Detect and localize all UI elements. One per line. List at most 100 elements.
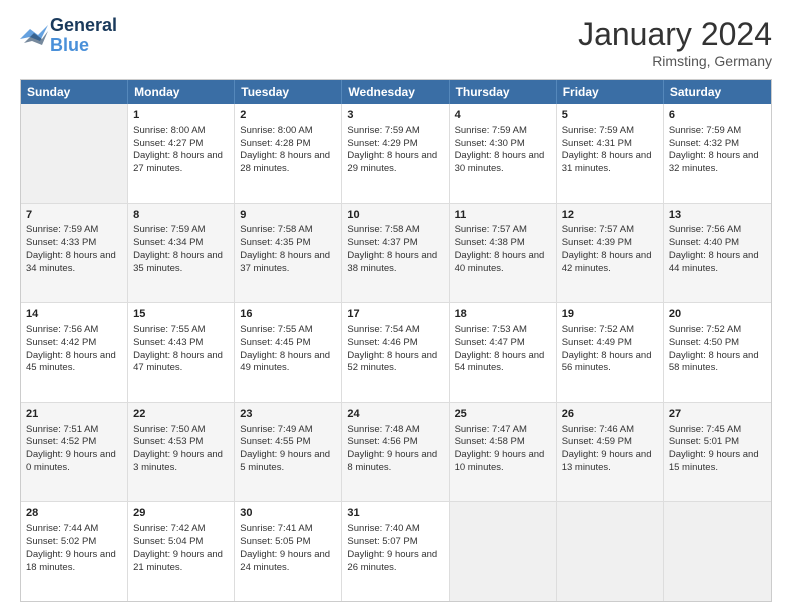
day-number: 31 [347, 506, 443, 521]
sunset-time: Sunset: 4:43 PM [133, 337, 229, 350]
sunrise-time: Sunrise: 7:54 AM [347, 324, 443, 337]
header: General Blue January 2024 Rimsting, Germ… [20, 16, 772, 69]
sunrise-time: Sunrise: 7:42 AM [133, 523, 229, 536]
daylight-hours: Daylight: 8 hours and 32 minutes. [669, 150, 766, 176]
sunset-time: Sunset: 4:53 PM [133, 436, 229, 449]
calendar-cell: 14Sunrise: 7:56 AMSunset: 4:42 PMDayligh… [21, 303, 128, 402]
daylight-hours: Daylight: 8 hours and 27 minutes. [133, 150, 229, 176]
calendar-cell-empty [450, 502, 557, 601]
sunset-time: Sunset: 4:38 PM [455, 237, 551, 250]
calendar-row: 1Sunrise: 8:00 AMSunset: 4:27 PMDaylight… [21, 104, 771, 204]
daylight-hours: Daylight: 8 hours and 45 minutes. [26, 350, 122, 376]
sunset-time: Sunset: 4:29 PM [347, 138, 443, 151]
sunset-time: Sunset: 4:42 PM [26, 337, 122, 350]
sunrise-time: Sunrise: 8:00 AM [240, 125, 336, 138]
day-number: 26 [562, 407, 658, 422]
sunset-time: Sunset: 4:28 PM [240, 138, 336, 151]
calendar-cell: 4Sunrise: 7:59 AMSunset: 4:30 PMDaylight… [450, 104, 557, 203]
day-number: 23 [240, 407, 336, 422]
calendar-cell: 1Sunrise: 8:00 AMSunset: 4:27 PMDaylight… [128, 104, 235, 203]
day-number: 21 [26, 407, 122, 422]
sunrise-time: Sunrise: 7:52 AM [562, 324, 658, 337]
day-number: 30 [240, 506, 336, 521]
sunset-time: Sunset: 4:39 PM [562, 237, 658, 250]
day-number: 14 [26, 307, 122, 322]
sunset-time: Sunset: 4:31 PM [562, 138, 658, 151]
daylight-hours: Daylight: 8 hours and 52 minutes. [347, 350, 443, 376]
sunset-time: Sunset: 5:05 PM [240, 536, 336, 549]
calendar-cell: 28Sunrise: 7:44 AMSunset: 5:02 PMDayligh… [21, 502, 128, 601]
calendar-cell: 8Sunrise: 7:59 AMSunset: 4:34 PMDaylight… [128, 204, 235, 303]
sunset-time: Sunset: 4:47 PM [455, 337, 551, 350]
calendar-cell: 7Sunrise: 7:59 AMSunset: 4:33 PMDaylight… [21, 204, 128, 303]
calendar-cell: 27Sunrise: 7:45 AMSunset: 5:01 PMDayligh… [664, 403, 771, 502]
logo-bird-icon [20, 25, 48, 47]
sunrise-time: Sunrise: 7:50 AM [133, 424, 229, 437]
sunset-time: Sunset: 4:49 PM [562, 337, 658, 350]
day-number: 28 [26, 506, 122, 521]
daylight-hours: Daylight: 8 hours and 42 minutes. [562, 250, 658, 276]
sunset-time: Sunset: 4:59 PM [562, 436, 658, 449]
title-block: January 2024 Rimsting, Germany [578, 16, 772, 69]
daylight-hours: Daylight: 8 hours and 44 minutes. [669, 250, 766, 276]
logo-general: General [50, 16, 117, 36]
day-number: 7 [26, 208, 122, 223]
daylight-hours: Daylight: 8 hours and 34 minutes. [26, 250, 122, 276]
sunset-time: Sunset: 4:33 PM [26, 237, 122, 250]
day-number: 2 [240, 108, 336, 123]
sunset-time: Sunset: 4:45 PM [240, 337, 336, 350]
calendar-cell: 10Sunrise: 7:58 AMSunset: 4:37 PMDayligh… [342, 204, 449, 303]
day-number: 15 [133, 307, 229, 322]
daylight-hours: Daylight: 9 hours and 0 minutes. [26, 449, 122, 475]
sunrise-time: Sunrise: 7:41 AM [240, 523, 336, 536]
daylight-hours: Daylight: 8 hours and 31 minutes. [562, 150, 658, 176]
day-number: 29 [133, 506, 229, 521]
weekday-header-sunday: Sunday [21, 80, 128, 104]
day-number: 27 [669, 407, 766, 422]
day-number: 24 [347, 407, 443, 422]
sunset-time: Sunset: 4:34 PM [133, 237, 229, 250]
sunset-time: Sunset: 4:37 PM [347, 237, 443, 250]
sunset-time: Sunset: 4:55 PM [240, 436, 336, 449]
sunrise-time: Sunrise: 7:48 AM [347, 424, 443, 437]
calendar-cell: 2Sunrise: 8:00 AMSunset: 4:28 PMDaylight… [235, 104, 342, 203]
sunrise-time: Sunrise: 7:55 AM [133, 324, 229, 337]
sunrise-time: Sunrise: 7:44 AM [26, 523, 122, 536]
calendar-cell: 24 Sunrise: 7:48 AMSunset: 4:56 PMDayligh… [342, 403, 449, 502]
daylight-hours: Daylight: 9 hours and 13 minutes. [562, 449, 658, 475]
day-number: 20 [669, 307, 766, 322]
day-number: 4 [455, 108, 551, 123]
daylight-hours: Daylight: 9 hours and 15 minutes. [669, 449, 766, 475]
sunrise-time: Sunrise: 7:46 AM [562, 424, 658, 437]
daylight-hours: Daylight: 8 hours and 35 minutes. [133, 250, 229, 276]
day-number: 11 [455, 208, 551, 223]
day-number: 25 [455, 407, 551, 422]
daylight-hours: Daylight: 8 hours and 58 minutes. [669, 350, 766, 376]
sunset-time: Sunset: 4:56 PM [347, 436, 443, 449]
sunrise-time: Sunrise: 7:52 AM [669, 324, 766, 337]
calendar-cell: 9Sunrise: 7:58 AMSunset: 4:35 PMDaylight… [235, 204, 342, 303]
location: Rimsting, Germany [578, 53, 772, 69]
calendar-cell: 11Sunrise: 7:57 AMSunset: 4:38 PMDayligh… [450, 204, 557, 303]
month-title: January 2024 [578, 16, 772, 53]
calendar-cell: 18Sunrise: 7:53 AMSunset: 4:47 PMDayligh… [450, 303, 557, 402]
day-number: 19 [562, 307, 658, 322]
calendar-cell: 21Sunrise: 7:51 AMSunset: 4:52 PMDayligh… [21, 403, 128, 502]
day-number: 17 [347, 307, 443, 322]
calendar: SundayMondayTuesdayWednesdayThursdayFrid… [20, 79, 772, 602]
sunrise-time: Sunrise: 7:58 AM [347, 224, 443, 237]
calendar-cell: 6Sunrise: 7:59 AMSunset: 4:32 PMDaylight… [664, 104, 771, 203]
day-number: 13 [669, 208, 766, 223]
sunrise-time: Sunrise: 7:59 AM [26, 224, 122, 237]
calendar-row: 21Sunrise: 7:51 AMSunset: 4:52 PMDayligh… [21, 403, 771, 503]
sunrise-time: Sunrise: 8:00 AM [133, 125, 229, 138]
calendar-cell: 13Sunrise: 7:56 AMSunset: 4:40 PMDayligh… [664, 204, 771, 303]
calendar-row: 7Sunrise: 7:59 AMSunset: 4:33 PMDaylight… [21, 204, 771, 304]
weekday-header-saturday: Saturday [664, 80, 771, 104]
day-number: 22 [133, 407, 229, 422]
sunset-time: Sunset: 4:50 PM [669, 337, 766, 350]
daylight-hours: Daylight: 9 hours and 8 minutes. [347, 449, 443, 475]
weekday-header-friday: Friday [557, 80, 664, 104]
day-number: 8 [133, 208, 229, 223]
daylight-hours: Daylight: 8 hours and 47 minutes. [133, 350, 229, 376]
